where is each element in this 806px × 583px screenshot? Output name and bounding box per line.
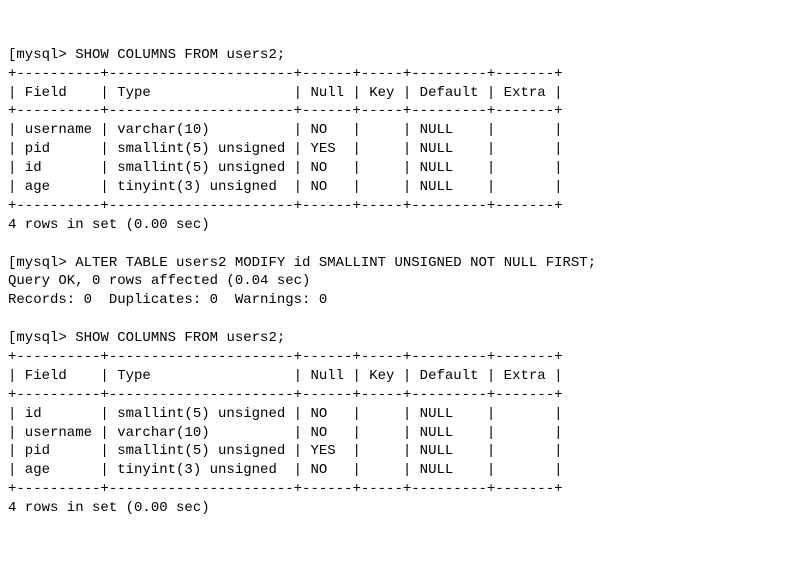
mysql-prompt: [mysql> bbox=[8, 255, 75, 271]
sql-command-alter-table: ALTER TABLE users2 MODIFY id SMALLINT UN… bbox=[75, 255, 596, 271]
table-row: | id | smallint(5) unsigned | NO | | NUL… bbox=[8, 406, 563, 422]
table-header: | Field | Type | Null | Key | Default | … bbox=[8, 85, 563, 101]
table-row: | pid | smallint(5) unsigned | YES | | N… bbox=[8, 443, 563, 459]
query-result: Query OK, 0 rows affected (0.04 sec) bbox=[8, 273, 310, 289]
table-border: +----------+----------------------+-----… bbox=[8, 349, 563, 365]
sql-command-show-columns-1: SHOW COLUMNS FROM users2; bbox=[75, 47, 285, 63]
table-border: +----------+----------------------+-----… bbox=[8, 387, 563, 403]
sql-command-show-columns-2: SHOW COLUMNS FROM users2; bbox=[75, 330, 285, 346]
query-result: Records: 0 Duplicates: 0 Warnings: 0 bbox=[8, 292, 327, 308]
mysql-prompt: [mysql> bbox=[8, 47, 75, 63]
query-footer: 4 rows in set (0.00 sec) bbox=[8, 500, 210, 516]
table-header: | Field | Type | Null | Key | Default | … bbox=[8, 368, 563, 384]
table-border: +----------+----------------------+-----… bbox=[8, 481, 563, 497]
table-border: +----------+----------------------+-----… bbox=[8, 198, 563, 214]
table-row: | pid | smallint(5) unsigned | YES | | N… bbox=[8, 141, 563, 157]
table-row: | age | tinyint(3) unsigned | NO | | NUL… bbox=[8, 179, 563, 195]
table-row: | id | smallint(5) unsigned | NO | | NUL… bbox=[8, 160, 563, 176]
terminal-output: [mysql> SHOW COLUMNS FROM users2; +-----… bbox=[8, 46, 798, 518]
query-footer: 4 rows in set (0.00 sec) bbox=[8, 217, 210, 233]
mysql-prompt: [mysql> bbox=[8, 330, 75, 346]
table-border: +----------+----------------------+-----… bbox=[8, 103, 563, 119]
table-row: | username | varchar(10) | NO | | NULL |… bbox=[8, 122, 563, 138]
table-border: +----------+----------------------+-----… bbox=[8, 66, 563, 82]
table-row: | age | tinyint(3) unsigned | NO | | NUL… bbox=[8, 462, 563, 478]
table-row: | username | varchar(10) | NO | | NULL |… bbox=[8, 425, 563, 441]
